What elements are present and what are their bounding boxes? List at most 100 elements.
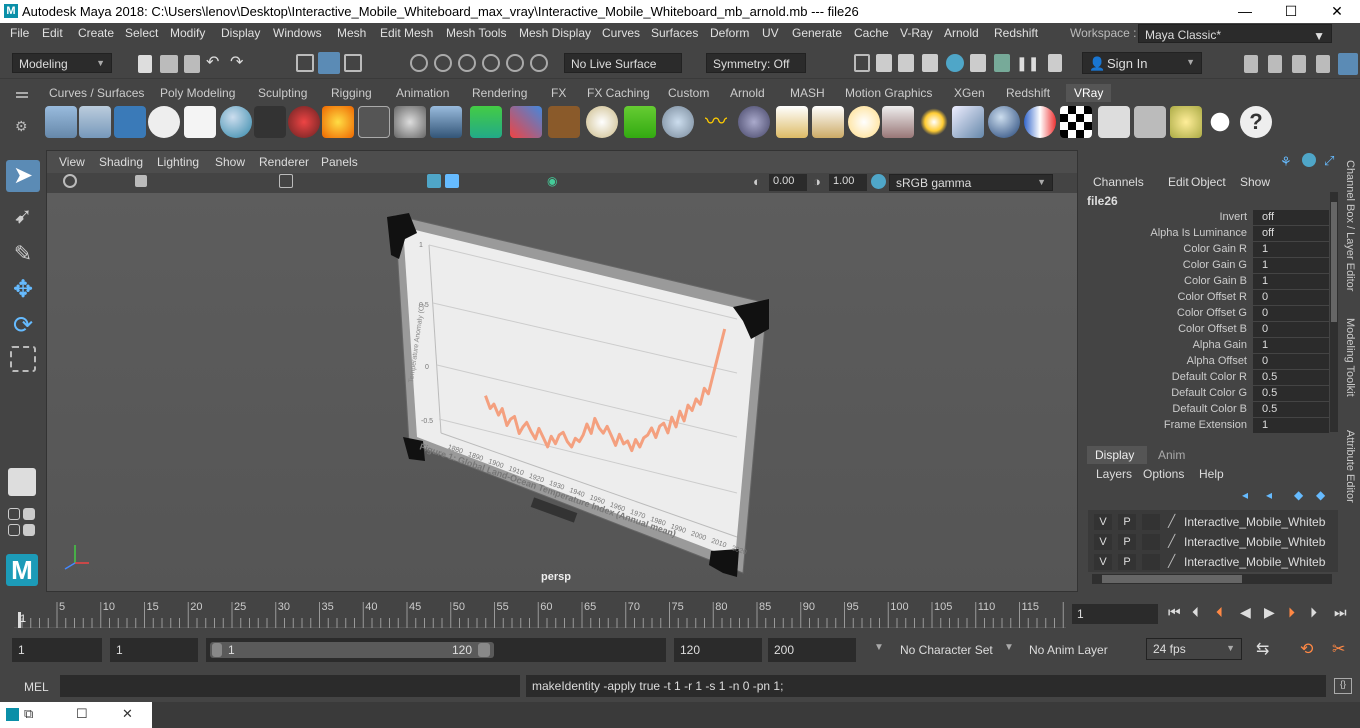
snap-curve-icon[interactable]: [434, 54, 452, 72]
anim-layer-label[interactable]: No Anim Layer: [1029, 643, 1108, 657]
channel-row[interactable]: Color Gain B 1: [1084, 274, 1329, 290]
character-set-label[interactable]: No Character Set: [900, 643, 993, 657]
layer-playback-toggle[interactable]: P: [1118, 534, 1136, 550]
channel-row[interactable]: Color Offset G 0: [1084, 306, 1329, 322]
chevron-down-icon[interactable]: ▼: [874, 642, 884, 653]
vray-spot-light-icon[interactable]: [812, 106, 844, 138]
tab-channel-box-layer-editor[interactable]: Channel Box / Layer Editor: [1344, 160, 1356, 291]
vray-cloud-icon[interactable]: [1204, 106, 1236, 138]
close-icon[interactable]: ✕: [122, 706, 133, 722]
vray-tip-icon[interactable]: [1170, 106, 1202, 138]
vray-mesh-light-icon[interactable]: [952, 106, 984, 138]
layer-type-toggle[interactable]: [1142, 514, 1160, 530]
hypershade-icon[interactable]: [946, 54, 964, 72]
colorspace-dropdown[interactable]: sRGB gamma ▼: [889, 174, 1053, 191]
play-backwards-icon[interactable]: ◀: [1240, 604, 1251, 621]
channel-box-node-icon[interactable]: [1302, 153, 1316, 167]
vray-displacement-icon[interactable]: [470, 106, 502, 138]
vp-menu-shading[interactable]: Shading: [99, 155, 143, 169]
pause-icon[interactable]: ❚❚: [1016, 54, 1039, 72]
tab-sculpting[interactable]: Sculpting: [258, 86, 307, 100]
channel-scrollbar[interactable]: [1330, 192, 1338, 432]
go-to-start-icon[interactable]: ⏮: [1168, 604, 1181, 621]
layer-tab-anim[interactable]: Anim: [1158, 448, 1185, 462]
toggle-panel-icon[interactable]: [1048, 54, 1062, 72]
vp-menu-view[interactable]: View: [59, 155, 85, 169]
layer-name[interactable]: Interactive_Mobile_Whiteboard: [1184, 535, 1326, 549]
channel-row[interactable]: Alpha Gain 1: [1084, 338, 1329, 354]
vray-fur-icon[interactable]: [510, 106, 542, 138]
move-layer-up-icon[interactable]: ◂: [1242, 488, 1248, 502]
new-layer-selected-icon[interactable]: ◆: [1316, 488, 1325, 502]
menu-redshift[interactable]: Redshift: [994, 26, 1038, 40]
layer-type-toggle[interactable]: [1142, 534, 1160, 550]
render-settings-icon[interactable]: [922, 54, 938, 72]
scale-tool-icon[interactable]: [10, 346, 36, 372]
range-slider-handle[interactable]: 1 120: [210, 642, 494, 658]
fps-dropdown[interactable]: 24 fps ▼: [1146, 638, 1242, 660]
tab-poly-modeling[interactable]: Poly Modeling: [160, 86, 235, 100]
menu-cache[interactable]: Cache: [854, 26, 889, 40]
channel-row[interactable]: Alpha Offset 0: [1084, 354, 1329, 370]
menu-display[interactable]: Display: [221, 26, 260, 40]
snap-surface-icon[interactable]: [506, 54, 524, 72]
minimized-window[interactable]: ⧉ ☐ ✕: [0, 702, 152, 728]
tab-animation[interactable]: Animation: [396, 86, 449, 100]
shadows-icon[interactable]: ◉: [547, 174, 565, 192]
script-editor-icon[interactable]: {}: [1334, 678, 1352, 694]
menu-deform[interactable]: Deform: [710, 26, 749, 40]
animation-preferences-icon[interactable]: ✂: [1332, 639, 1345, 659]
rotate-tool-icon[interactable]: ⟳: [6, 310, 40, 342]
menu-create[interactable]: Create: [78, 26, 114, 40]
tab-redshift[interactable]: Redshift: [1006, 86, 1050, 100]
3d-scene[interactable]: 1 0.5 0 -0.5 Temperature Anomaly (C) 188…: [47, 193, 1077, 591]
layer-type-toggle[interactable]: [1142, 554, 1160, 570]
layer-row[interactable]: V P ╱ Interactive_Mobile_Whiteboard: [1094, 553, 1326, 571]
channel-value[interactable]: 1: [1253, 258, 1329, 273]
mode-dropdown[interactable]: Modeling ▼: [12, 53, 112, 73]
gamma-field[interactable]: 1.00: [829, 174, 867, 191]
character-controls-icon[interactable]: [1268, 55, 1282, 73]
graph-layout-icon[interactable]: [8, 524, 20, 536]
channel-row[interactable]: Default Color B 0.5: [1084, 402, 1329, 418]
new-layer-icon[interactable]: ◆: [1294, 488, 1303, 502]
channel-value[interactable]: 0: [1253, 322, 1329, 337]
channel-value[interactable]: 0: [1253, 290, 1329, 305]
vray-sun-icon[interactable]: [918, 106, 950, 138]
layer-row[interactable]: V P ╱ Interactive_Mobile_Whiteboard: [1094, 533, 1326, 551]
range-slider-right-grip[interactable]: [478, 643, 490, 657]
tab-arnold[interactable]: Arnold: [730, 86, 765, 100]
restore-icon[interactable]: ⧉: [24, 706, 33, 722]
vray-curve-icon[interactable]: 〰: [700, 106, 732, 138]
menu-generate[interactable]: Generate: [792, 26, 842, 40]
channel-value[interactable]: 0: [1253, 354, 1329, 369]
vray-light-sphere-icon[interactable]: [586, 106, 618, 138]
vray-ipr-shelf-icon[interactable]: [79, 106, 111, 138]
select-tool-icon[interactable]: ➤: [6, 160, 40, 192]
range-slider-left-grip[interactable]: [212, 643, 222, 657]
vray-checker-icon[interactable]: [1060, 106, 1092, 138]
live-surface-field[interactable]: No Live Surface: [564, 53, 682, 73]
close-button[interactable]: ✕: [1314, 0, 1360, 23]
step-back-frame-icon[interactable]: ⏴: [1192, 604, 1199, 621]
shelf-tabs-menu-icon[interactable]: [16, 92, 28, 98]
camera-attributes-icon[interactable]: [63, 174, 77, 188]
animation-end-field[interactable]: 200: [768, 638, 856, 662]
animation-start-field[interactable]: 1: [12, 638, 102, 662]
channel-value[interactable]: 0: [1253, 306, 1329, 321]
loop-icon[interactable]: ⇆: [1256, 639, 1269, 659]
layer-visible-toggle[interactable]: V: [1094, 554, 1112, 570]
step-forward-frame-icon[interactable]: ⏵: [1310, 604, 1317, 621]
layer-hscrollbar-thumb[interactable]: [1102, 575, 1242, 583]
layer-menu-layers[interactable]: Layers: [1096, 467, 1132, 481]
menu-file[interactable]: File: [10, 26, 29, 40]
select-component-icon[interactable]: [344, 54, 362, 72]
chevron-down-icon[interactable]: ▼: [1004, 642, 1014, 653]
menu-surfaces[interactable]: Surfaces: [651, 26, 698, 40]
menu-windows[interactable]: Windows: [273, 26, 322, 40]
channel-row[interactable]: Color Gain G 1: [1084, 258, 1329, 274]
select-hierarchy-icon[interactable]: [296, 54, 314, 72]
vray-render-icon[interactable]: [45, 106, 77, 138]
vray-rect-light-icon[interactable]: [776, 106, 808, 138]
layer-hscrollbar[interactable]: [1092, 574, 1332, 584]
